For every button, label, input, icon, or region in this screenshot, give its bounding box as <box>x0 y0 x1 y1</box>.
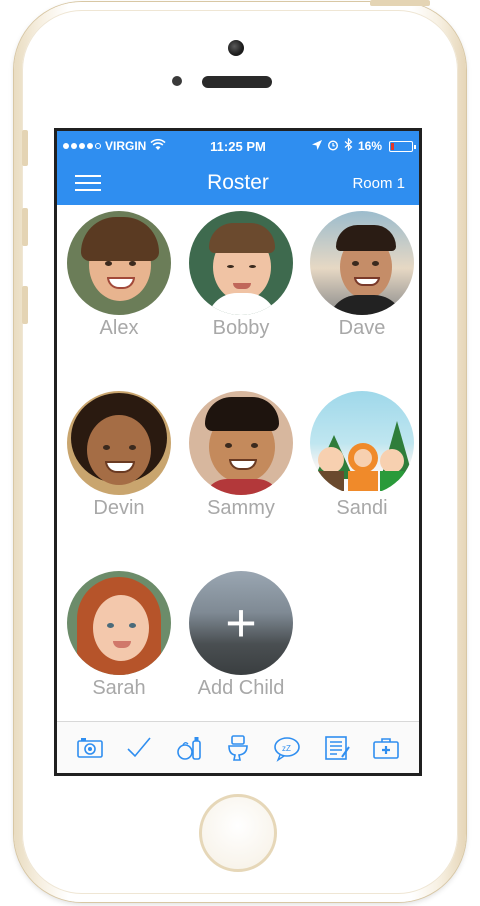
add-child-button[interactable]: + Add Child <box>181 571 301 700</box>
alarm-clock-icon <box>327 139 339 154</box>
add-child-label: Add Child <box>197 677 285 699</box>
carrier-name: VIRGIN <box>105 139 147 153</box>
signal-dot <box>71 143 77 149</box>
svg-text:zZ: zZ <box>282 744 291 753</box>
child-avatar <box>67 571 171 675</box>
location-arrow-icon <box>311 139 322 153</box>
battery-icon <box>389 140 416 152</box>
notes-icon[interactable] <box>320 731 354 765</box>
toilet-icon[interactable] <box>221 731 255 765</box>
volume-down-button <box>22 286 28 324</box>
signal-dot <box>95 143 101 149</box>
home-button[interactable] <box>199 794 277 872</box>
child-name: Dave <box>338 317 386 339</box>
roster-item-devin[interactable]: Devin <box>59 391 179 520</box>
wifi-icon <box>150 138 166 154</box>
status-bar: VIRGIN 11:25 PM 16% <box>57 131 419 161</box>
child-avatar <box>67 391 171 495</box>
menu-icon[interactable] <box>75 175 101 191</box>
signal-strength-icon <box>63 143 101 149</box>
roster-item-bobby[interactable]: Bobby <box>181 211 301 340</box>
roster-item-sammy[interactable]: Sammy <box>181 391 301 520</box>
signal-dot <box>87 143 93 149</box>
proximity-sensor <box>172 76 182 86</box>
earpiece-speaker <box>202 76 272 88</box>
signal-dot <box>63 143 69 149</box>
child-avatar <box>189 391 293 495</box>
food-icon[interactable] <box>172 731 206 765</box>
child-name: Sarah <box>92 677 146 699</box>
bluetooth-icon <box>344 137 353 154</box>
checkmark-icon[interactable] <box>122 731 156 765</box>
child-name: Devin <box>93 497 145 519</box>
child-name: Alex <box>99 317 139 339</box>
camera-icon[interactable] <box>73 731 107 765</box>
front-camera <box>228 40 244 56</box>
child-name: Sandi <box>336 497 388 519</box>
roster-item-sarah[interactable]: Sarah <box>59 571 179 700</box>
child-avatar <box>310 211 414 315</box>
roster-item-dave[interactable]: Dave <box>302 211 419 340</box>
child-avatar <box>67 211 171 315</box>
plus-icon: + <box>225 593 257 653</box>
navigation-bar: Roster Room 1 <box>57 161 419 205</box>
status-right-group: 16% <box>311 137 416 154</box>
sleep-icon[interactable]: zZ <box>270 731 304 765</box>
bottom-tab-bar: zZ <box>57 721 419 773</box>
volume-up-button <box>22 208 28 246</box>
child-name: Bobby <box>212 317 270 339</box>
mute-switch <box>22 130 28 166</box>
room-selector[interactable]: Room 1 <box>352 175 405 192</box>
battery-percent: 16% <box>357 139 382 153</box>
roster-item-alex[interactable]: Alex <box>59 211 179 340</box>
roster-item-sandi[interactable]: Sandi <box>302 391 419 520</box>
app-screen: VIRGIN 11:25 PM 16% Roster Room 1 Alex B… <box>54 128 422 776</box>
battery-level-fill <box>391 142 395 150</box>
first-aid-icon[interactable] <box>369 731 403 765</box>
child-avatar <box>189 211 293 315</box>
add-child-avatar: + <box>189 571 293 675</box>
roster-grid: Alex Bobby Dave Devin Sammy Sandi Sarah … <box>57 205 419 721</box>
signal-dot <box>79 143 85 149</box>
child-name: Sammy <box>207 497 275 519</box>
child-avatar <box>310 391 414 495</box>
power-button <box>370 0 430 6</box>
